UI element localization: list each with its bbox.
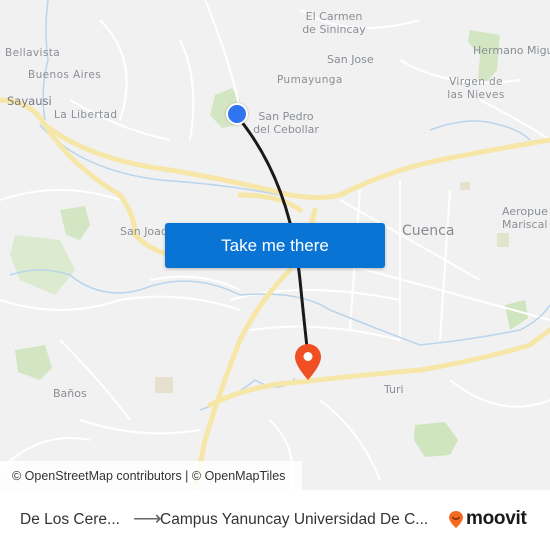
landuse-area — [497, 233, 509, 247]
park-area — [505, 300, 528, 330]
park-area — [414, 422, 458, 457]
footer-bar: De Los Cere... ⟶ Campus Yanuncay Univers… — [0, 490, 550, 550]
map[interactable]: Bellavista Buenos Aires Sayausi La Liber… — [0, 0, 550, 490]
place-label: La Libertad — [54, 109, 118, 121]
moovit-logo[interactable]: moovit — [448, 508, 527, 530]
landuse-area — [460, 182, 470, 190]
place-label: Aeropue Mariscal L — [502, 205, 550, 231]
arrow-right-icon: ⟶ — [133, 508, 162, 530]
destination-name: Campus Yanuncay Universidad De C... — [160, 511, 429, 528]
landuse-area — [155, 377, 173, 393]
place-label: Turi — [384, 383, 404, 396]
moovit-pin-icon — [449, 510, 463, 528]
rivers — [9, 0, 550, 411]
origin-name: De Los Cere... — [20, 511, 120, 528]
place-label: San Pedro del Cebollar — [253, 110, 319, 136]
park-area — [15, 345, 52, 380]
place-label: San Jose — [327, 53, 374, 66]
place-label: Pumayunga — [277, 74, 343, 86]
place-label: Buenos Aires — [28, 69, 102, 81]
origin-marker[interactable] — [226, 103, 248, 125]
destination-pin-icon[interactable] — [294, 343, 322, 381]
place-label: Sayausi — [7, 94, 52, 108]
place-label: Hermano Migu — [473, 44, 550, 57]
place-label: El Carmen de Sinincay — [302, 10, 366, 36]
place-label: Baños — [53, 387, 87, 400]
place-label: Virgen de las Nieves — [447, 76, 505, 101]
place-label: San Joaq — [120, 225, 168, 238]
place-label: Bellavista — [5, 47, 61, 59]
take-me-there-button[interactable]: Take me there — [165, 223, 385, 268]
park-area — [10, 235, 75, 295]
moovit-wordmark: moovit — [466, 508, 527, 529]
place-label: Cuenca — [402, 223, 455, 239]
map-attribution[interactable]: © OpenStreetMap contributors | © OpenMap… — [0, 461, 302, 490]
park-area — [60, 206, 90, 240]
